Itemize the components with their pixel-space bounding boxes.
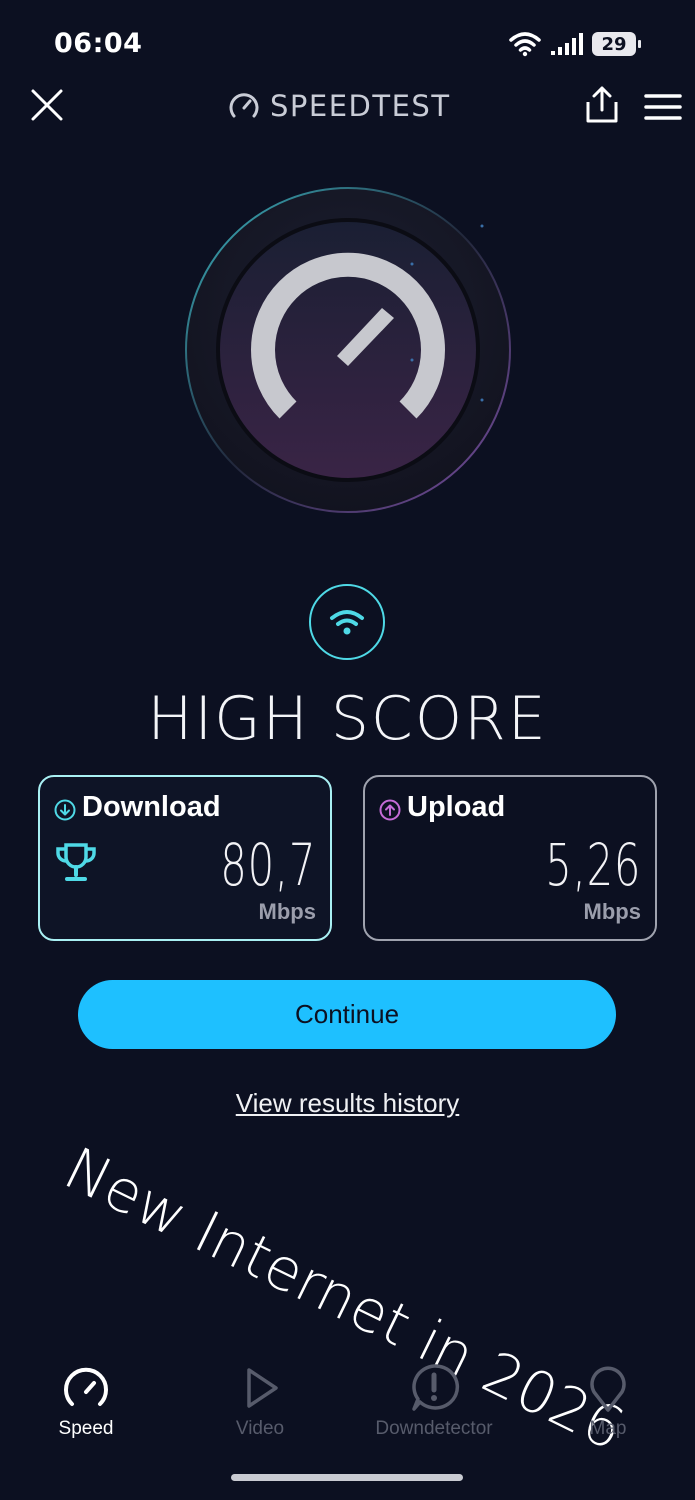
nav-downdetector[interactable]: Downdetector (354, 1362, 514, 1440)
close-icon[interactable] (28, 86, 66, 124)
map-pin-icon (590, 1366, 626, 1412)
download-title: Download (82, 791, 221, 823)
play-icon (247, 1368, 278, 1408)
result-label: HIGH SCORE (147, 684, 548, 754)
share-icon[interactable] (582, 84, 622, 126)
view-results-history-link[interactable]: View results history (0, 1088, 695, 1119)
download-arrow-icon (54, 799, 76, 821)
nav-label-map: Map (589, 1418, 627, 1439)
speedometer-icon (229, 93, 259, 118)
app-title-text: SPEEDTEST (270, 89, 451, 123)
download-value: 80,7 (220, 831, 316, 899)
wifi-icon (509, 32, 541, 57)
wifi-icon (330, 610, 364, 635)
speed-gauge (185, 187, 511, 513)
download-unit: Mbps (258, 899, 316, 924)
upload-value: 5,26 (545, 831, 641, 899)
signal-icon (551, 33, 583, 55)
upload-card: Upload 5,26 Mbps (363, 775, 657, 941)
upload-unit: Mbps (583, 899, 641, 924)
nav-label-speed: Speed (58, 1418, 114, 1439)
status-icons: 29 (508, 28, 648, 60)
nav-label-downdetector: Downdetector (375, 1418, 493, 1439)
menu-icon[interactable] (644, 92, 682, 122)
continue-button[interactable]: Continue (78, 980, 616, 1049)
app-title: SPEEDTEST (228, 86, 451, 126)
upload-title: Upload (407, 791, 506, 823)
connection-type-badge (309, 584, 385, 660)
trophy-icon (56, 843, 96, 881)
alert-icon (412, 1364, 460, 1411)
nav-label-video: Video (235, 1418, 285, 1439)
status-time: 06:04 (54, 28, 143, 59)
home-indicator[interactable] (231, 1474, 463, 1481)
speedometer-icon (64, 1367, 108, 1406)
nav-map[interactable]: Map (528, 1362, 688, 1440)
download-card: Download 80,7 Mbps (38, 775, 332, 941)
nav-video[interactable]: Video (180, 1362, 340, 1440)
battery-icon: 29 (592, 32, 641, 56)
nav-speed[interactable]: Speed (6, 1362, 166, 1440)
upload-arrow-icon (379, 799, 401, 821)
